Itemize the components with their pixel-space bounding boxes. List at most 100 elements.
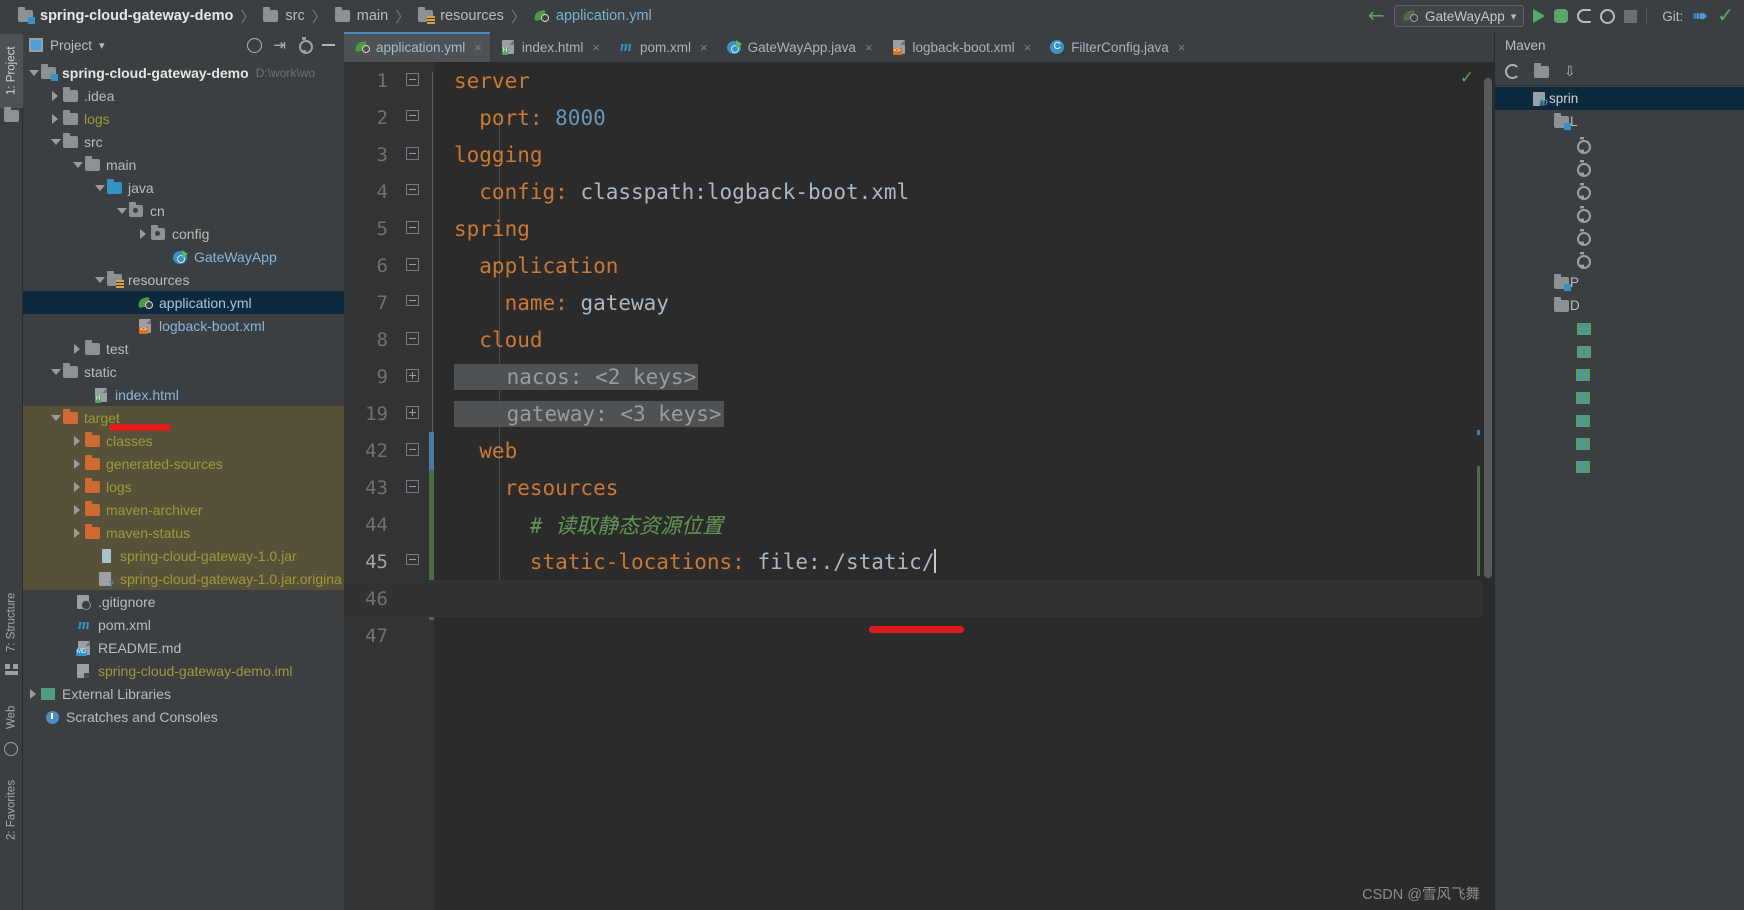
maven-row-library[interactable] [1495, 455, 1744, 478]
maven-row-goal[interactable] [1495, 248, 1744, 271]
maven-row-library[interactable] [1495, 432, 1744, 455]
tab-application-yml[interactable]: application.yml × [344, 32, 490, 62]
code-line-19[interactable]: 19 gateway: <3 keys> [344, 395, 1482, 432]
code-line-44[interactable]: 44 # 读取静态资源位置 [344, 506, 1482, 543]
chevron-down-icon[interactable] [1519, 92, 1532, 105]
fold-collapse-icon[interactable] [400, 321, 426, 358]
maven-row-goal[interactable] [1495, 156, 1744, 179]
tree-row-maven-archiver[interactable]: maven-archiver [23, 498, 344, 521]
code-line-7[interactable]: 7 name: gateway [344, 284, 1482, 321]
tree-row-application-yml[interactable]: application.yml [23, 291, 344, 314]
chevron-right-icon[interactable] [71, 480, 84, 493]
chevron-down-icon[interactable] [1540, 115, 1553, 128]
tree-row-jar-original[interactable]: spring-cloud-gateway-1.0.jar.origina [23, 567, 344, 590]
breadcrumb-item-project[interactable]: spring-cloud-gateway-demo [12, 7, 238, 24]
tree-row-index-html[interactable]: H index.html [23, 383, 344, 406]
maven-row-plugins[interactable]: P [1495, 271, 1744, 294]
code-line-45[interactable]: 45 static-locations: file:./static/ [344, 543, 1482, 580]
breadcrumb-item-file[interactable]: application.yml [528, 8, 657, 24]
folded-region-placeholder[interactable]: nacos: <2 keys> [454, 363, 699, 390]
maven-row-goal[interactable] [1495, 225, 1744, 248]
tab-gatewayapp-java[interactable]: GateWayApp.java × [716, 32, 881, 62]
tree-row-target[interactable]: target [23, 406, 344, 429]
breadcrumb-item-resources[interactable]: resources [412, 7, 509, 25]
tree-row-main[interactable]: main [23, 153, 344, 176]
editor-scrollbar[interactable] [1482, 62, 1494, 910]
tree-row-gatewayapp[interactable]: GateWayApp [23, 245, 344, 268]
code-line-6[interactable]: 6 application [344, 247, 1482, 284]
debug-icon[interactable] [1554, 9, 1569, 23]
sidebar-item-structure[interactable]: 7: Structure [0, 582, 23, 662]
close-icon[interactable]: × [1024, 40, 1032, 55]
chevron-right-icon[interactable] [71, 457, 84, 470]
tab-filterconfig-java[interactable]: C FilterConfig.java × [1039, 32, 1193, 62]
chevron-right-icon[interactable] [49, 112, 62, 125]
maven-row-library[interactable] [1495, 340, 1744, 363]
code-line-43[interactable]: 43 resources [344, 469, 1482, 506]
chevron-right-icon[interactable] [1559, 414, 1572, 427]
collapse-all-icon[interactable]: ⇥ [273, 38, 286, 53]
maven-row-dependencies[interactable]: D [1495, 294, 1744, 317]
chevron-right-icon[interactable] [71, 503, 84, 516]
chevron-down-icon[interactable]: ▾ [1511, 10, 1517, 23]
scrollbar-thumb[interactable] [1484, 78, 1492, 578]
maven-row-library[interactable] [1495, 317, 1744, 340]
chevron-down-icon[interactable] [93, 181, 106, 194]
code-line-8[interactable]: 8 cloud [344, 321, 1482, 358]
maven-row-project[interactable]: m sprin [1495, 87, 1744, 110]
folded-region-placeholder[interactable]: gateway: <3 keys> [454, 400, 724, 427]
fold-region-end-icon[interactable] [400, 543, 426, 580]
maven-row-goal[interactable] [1495, 202, 1744, 225]
locate-icon[interactable] [247, 37, 263, 53]
tree-row-logback-boot-xml[interactable]: <> logback-boot.xml [23, 314, 344, 337]
maven-row-library[interactable] [1495, 409, 1744, 432]
breadcrumb-item-main[interactable]: main [329, 7, 393, 24]
tab-logback-boot-xml[interactable]: <> logback-boot.xml × [881, 32, 1040, 62]
tree-row-target-logs[interactable]: logs [23, 475, 344, 498]
tree-row-external-libraries[interactable]: External Libraries [23, 682, 344, 705]
maven-row-library[interactable] [1495, 386, 1744, 409]
close-icon[interactable]: × [474, 40, 482, 55]
tree-row-src[interactable]: src [23, 130, 344, 153]
chevron-down-icon[interactable]: ▾ [99, 39, 105, 52]
tree-row-pom-xml[interactable]: m pom.xml [23, 613, 344, 636]
chevron-down-icon[interactable] [27, 66, 40, 79]
tree-row-logs[interactable]: logs [23, 107, 344, 130]
close-icon[interactable]: × [700, 40, 708, 55]
fold-region-end-icon[interactable] [400, 173, 426, 210]
chevron-right-icon[interactable] [71, 526, 84, 539]
chevron-right-icon[interactable] [71, 342, 84, 355]
update-project-icon[interactable]: ➠ [1692, 7, 1708, 26]
hide-icon[interactable] [322, 44, 335, 46]
chevron-down-icon[interactable] [71, 158, 84, 171]
tree-row-gitignore[interactable]: .gitignore [23, 590, 344, 613]
chevron-right-icon[interactable] [1559, 368, 1572, 381]
fold-collapse-icon[interactable] [400, 210, 426, 247]
tree-row-readme-md[interactable]: MD README.md [23, 636, 344, 659]
fold-expand-icon[interactable] [400, 395, 426, 432]
run-with-coverage-icon[interactable] [1577, 9, 1592, 23]
code-line-5[interactable]: 5 spring [344, 210, 1482, 247]
tree-row-config[interactable]: config [23, 222, 344, 245]
fold-collapse-icon[interactable] [400, 136, 426, 173]
breadcrumb-item-src[interactable]: src [257, 7, 309, 24]
chevron-right-icon[interactable] [1540, 276, 1553, 289]
close-icon[interactable]: × [865, 40, 873, 55]
code-line-42[interactable]: 42 web [344, 432, 1482, 469]
chevron-down-icon[interactable] [49, 365, 62, 378]
profiler-icon[interactable] [1600, 8, 1616, 24]
sidebar-item-favorites[interactable]: 2: Favorites [0, 764, 23, 856]
fold-region-end-icon[interactable] [400, 284, 426, 321]
fold-region-end-icon[interactable] [400, 99, 426, 136]
download-sources-icon[interactable]: ⇩ [1564, 63, 1576, 80]
tree-row-project-root[interactable]: spring-cloud-gateway-demo D:\work\wo [23, 61, 344, 84]
close-icon[interactable]: × [592, 40, 600, 55]
code-line-9[interactable]: 9 nacos: <2 keys> [344, 358, 1482, 395]
chevron-right-icon[interactable] [27, 687, 40, 700]
maven-row-library[interactable] [1495, 363, 1744, 386]
fold-expand-icon[interactable] [400, 358, 426, 395]
chevron-right-icon[interactable] [137, 227, 150, 240]
chevron-down-icon[interactable] [93, 273, 106, 286]
fold-collapse-icon[interactable] [400, 247, 426, 284]
tree-row-resources[interactable]: resources [23, 268, 344, 291]
